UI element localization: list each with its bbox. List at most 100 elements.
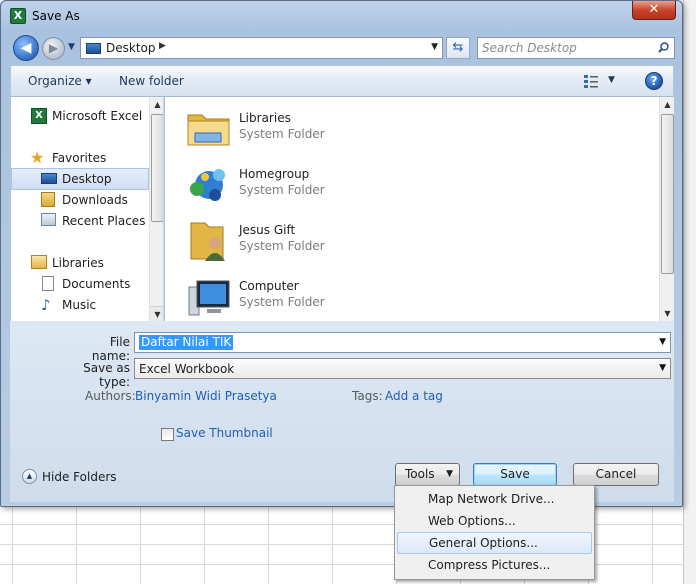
background-window-edge (683, 0, 696, 584)
close-button[interactable]: ✕ (632, 1, 676, 20)
save-thumbnail-label[interactable]: Save Thumbnail (176, 426, 273, 440)
recent-pages-dropdown-icon[interactable]: ▼ (68, 42, 75, 52)
file-name-label: File name: (91, 335, 130, 363)
back-button[interactable]: ◀ (13, 35, 39, 61)
search-icon (658, 42, 669, 53)
nav-item-label: Music (62, 298, 97, 312)
star-icon: ★ (30, 148, 45, 167)
forward-button[interactable]: ▶ (42, 37, 65, 60)
nav-item-downloads[interactable]: Downloads (11, 189, 149, 211)
refresh-icon: ⇆ (452, 40, 464, 55)
libraries-folder-icon (187, 114, 230, 146)
navigation-pane: X Microsoft Excel ★ Favorites Desktop Do… (10, 97, 164, 321)
hide-folders-button[interactable]: Hide Folders (42, 470, 117, 484)
address-location[interactable]: Desktop (106, 41, 156, 55)
scroll-thumb[interactable] (661, 114, 674, 274)
nav-item-documents[interactable]: Documents (11, 273, 149, 295)
file-list-scrollbar[interactable]: ▲ ▼ (659, 97, 674, 321)
dialog-title: Save As (32, 9, 80, 23)
file-name-field[interactable]: Daftar Nilai TIK ▼ (134, 332, 671, 353)
nav-item-label: Microsoft Excel (52, 109, 143, 123)
recent-places-icon (41, 213, 56, 226)
scroll-down-arrow-icon[interactable]: ▼ (660, 306, 674, 321)
user-folder-icon (190, 222, 225, 261)
file-type: System Folder (239, 239, 325, 253)
file-type: System Folder (239, 295, 325, 309)
save-button[interactable]: Save (473, 463, 557, 486)
file-name: Computer (239, 279, 299, 293)
music-icon: ♪ (41, 296, 51, 314)
file-name: Libraries (239, 111, 291, 125)
computer-icon (188, 280, 230, 316)
nav-item-libraries[interactable]: Libraries (11, 252, 149, 274)
file-item-computer[interactable]: Computer System Folder (185, 273, 485, 321)
nav-item-label: Downloads (62, 193, 128, 207)
nav-item-recent-places[interactable]: Recent Places (11, 210, 149, 232)
scroll-down-arrow-icon[interactable]: ▼ (150, 306, 163, 321)
save-as-type-dropdown-icon[interactable]: ▼ (659, 363, 666, 373)
downloads-icon (41, 192, 55, 207)
chevron-up-icon[interactable]: ▲ (22, 469, 37, 484)
search-input[interactable] (482, 40, 652, 56)
authors-value[interactable]: Binyamin Widi Prasetya (135, 389, 277, 403)
nav-item-label: Documents (62, 277, 131, 291)
documents-icon (42, 276, 54, 291)
menu-item-map-network-drive[interactable]: Map Network Drive... (397, 488, 592, 510)
file-list: Libraries System Folder Homegroup System… (165, 97, 674, 321)
file-item-libraries[interactable]: Libraries System Folder (185, 105, 485, 157)
scroll-thumb[interactable] (151, 114, 163, 222)
tools-label: Tools (405, 467, 435, 481)
file-name: Homegroup (239, 167, 310, 181)
nav-item-desktop[interactable]: Desktop (11, 168, 149, 190)
file-type: System Folder (239, 127, 325, 141)
tools-dropdown-icon: ▼ (446, 469, 453, 479)
change-view-icon[interactable] (584, 74, 598, 88)
excel-app-icon: X (10, 8, 26, 24)
nav-item-microsoft-excel[interactable]: X Microsoft Excel (11, 105, 149, 127)
homegroup-icon (190, 169, 225, 201)
nav-item-label: Desktop (62, 172, 112, 186)
authors-label: Authors: (85, 389, 136, 403)
tools-menu: Map Network Drive... Web Options... Gene… (394, 485, 595, 580)
file-item-homegroup[interactable]: Homegroup System Folder (185, 161, 485, 213)
search-box[interactable] (477, 37, 675, 59)
desktop-icon (41, 173, 57, 184)
scroll-up-arrow-icon[interactable]: ▲ (150, 97, 163, 112)
view-options-dropdown-icon[interactable]: ▼ (608, 75, 615, 85)
save-as-type-value: Excel Workbook (139, 362, 235, 376)
menu-item-general-options[interactable]: General Options... (397, 532, 592, 554)
file-name-dropdown-icon[interactable]: ▼ (659, 337, 666, 347)
title-bar: X Save As ✕ (1, 1, 684, 31)
organize-button[interactable]: Organize ▾ (28, 74, 92, 88)
file-item-jesus-gift[interactable]: Jesus Gift System Folder (185, 217, 485, 269)
file-name: Jesus Gift (239, 223, 296, 237)
nav-item-label: Libraries (52, 256, 104, 270)
refresh-button[interactable]: ⇆ (446, 37, 470, 59)
cancel-button[interactable]: Cancel (573, 463, 659, 486)
nav-pane-scrollbar[interactable]: ▲ ▼ (149, 97, 163, 321)
menu-item-compress-pictures[interactable]: Compress Pictures... (397, 554, 592, 576)
address-dropdown-icon[interactable]: ▼ (431, 42, 438, 52)
back-arrow-icon: ◀ (20, 40, 32, 56)
nav-item-label: Favorites (52, 151, 107, 165)
new-folder-button[interactable]: New folder (119, 74, 184, 88)
save-as-type-select[interactable]: Excel Workbook ▼ (134, 358, 671, 379)
forward-arrow-icon: ▶ (48, 41, 59, 55)
file-name-value[interactable]: Daftar Nilai TIK (139, 335, 234, 350)
tools-button[interactable]: Tools ▼ (395, 463, 460, 486)
tags-value[interactable]: Add a tag (385, 389, 443, 403)
breadcrumb-chevron-icon[interactable]: ▶ (159, 41, 166, 51)
libraries-icon (31, 255, 47, 269)
excel-icon: X (31, 108, 47, 124)
scroll-up-arrow-icon[interactable]: ▲ (660, 97, 674, 112)
menu-item-web-options[interactable]: Web Options... (397, 510, 592, 532)
nav-item-music[interactable]: ♪ Music (11, 294, 149, 316)
file-type: System Folder (239, 183, 325, 197)
save-options-panel: File name: Daftar Nilai TIK ▼ Save as ty… (10, 321, 674, 502)
help-icon[interactable]: ? (645, 72, 663, 90)
address-bar[interactable]: Desktop ▶ ▼ (80, 37, 443, 59)
command-bar: Organize ▾ New folder ▼ ? (10, 65, 674, 97)
nav-item-favorites[interactable]: ★ Favorites (11, 147, 149, 169)
save-as-type-label: Save as type: (83, 361, 130, 389)
save-thumbnail-checkbox[interactable] (161, 428, 174, 441)
